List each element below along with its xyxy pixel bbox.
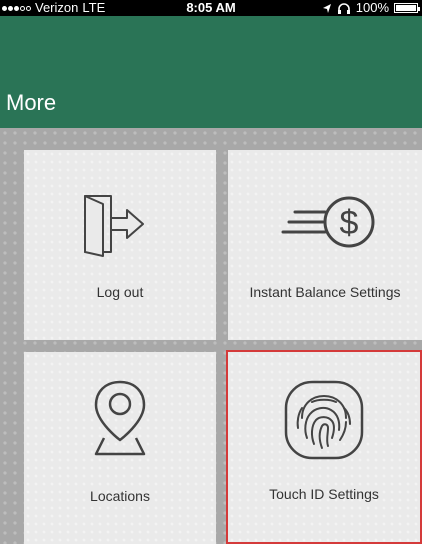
- menu-grid: Log out $ Instant Balance Settings Locat…: [0, 128, 422, 544]
- logout-door-icon: [84, 195, 144, 257]
- svg-text:$: $: [340, 204, 359, 242]
- battery-icon: [394, 3, 420, 13]
- dollar-speed-icon: $: [281, 196, 375, 248]
- locations-tile[interactable]: Locations: [24, 352, 216, 544]
- battery-percent: 100%: [355, 0, 389, 15]
- tile-label: Locations: [90, 488, 150, 504]
- fingerprint-icon: [284, 380, 364, 460]
- instant-balance-tile[interactable]: $ Instant Balance Settings: [228, 150, 422, 340]
- tile-label: Instant Balance Settings: [249, 284, 401, 300]
- tile-label: Log out: [96, 284, 144, 300]
- status-right: 100%: [322, 0, 420, 16]
- logout-tile[interactable]: Log out: [24, 150, 216, 340]
- status-bar: Verizon LTE 8:05 AM 100%: [0, 0, 422, 16]
- touch-id-tile[interactable]: Touch ID Settings: [226, 350, 422, 544]
- location-pin-icon: [94, 380, 146, 456]
- app-screen: Verizon LTE 8:05 AM 100% More Log out $ …: [0, 0, 422, 544]
- header-bar: More: [0, 16, 422, 128]
- location-arrow-icon: [322, 3, 331, 13]
- tile-label: Touch ID Settings: [269, 486, 379, 502]
- headphones-icon: [337, 2, 350, 14]
- page-title: More: [6, 90, 57, 115]
